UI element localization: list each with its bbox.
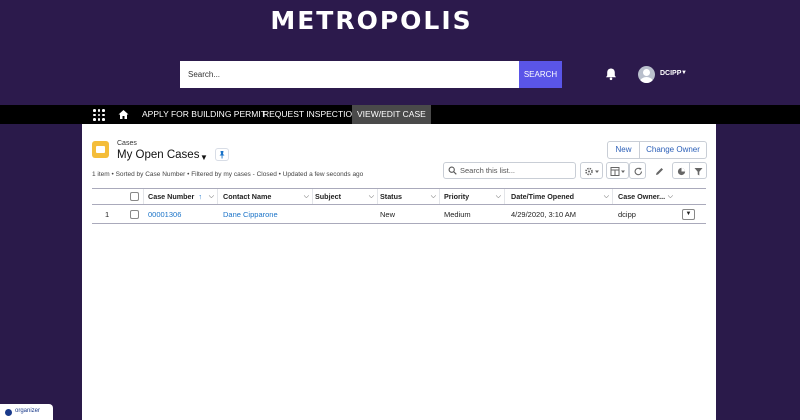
new-case-button[interactable]: New [607, 141, 640, 159]
status-cell: New [380, 210, 396, 219]
case-owner-cell: dcipp [618, 210, 636, 219]
nav-item-view-edit-case[interactable]: VIEW/EDIT CASE [352, 105, 431, 124]
pin-list-button[interactable] [215, 148, 229, 161]
object-label: Cases [117, 140, 137, 147]
list-view-switcher-chevron-down-icon[interactable]: ▼ [200, 153, 208, 162]
table-header: Case Number ↑ ⌵ Contact Name ⌵ Subject ⌵… [92, 188, 706, 205]
chevron-down-icon[interactable]: ⌵ [604, 189, 609, 204]
pin-icon [219, 151, 225, 159]
date-opened-cell: 4/29/2020, 3:10 AM [511, 210, 577, 219]
organizer-badge[interactable]: organizer [0, 404, 53, 420]
column-header-status[interactable]: Status ⌵ [380, 189, 440, 204]
chevron-down-icon[interactable]: ⌵ [668, 189, 673, 204]
gear-icon [585, 167, 599, 176]
priority-cell: Medium [444, 210, 471, 219]
global-search-input[interactable] [180, 61, 519, 88]
brand-title: METROPOLIS [270, 6, 473, 35]
refresh-icon [634, 167, 643, 176]
list-view-panel: Cases My Open Cases ▼ New Change Owner 1… [82, 124, 716, 420]
home-icon[interactable] [118, 109, 129, 120]
avatar[interactable] [638, 66, 655, 83]
organizer-icon [5, 409, 12, 416]
chevron-down-icon[interactable]: ⌵ [304, 189, 309, 204]
chevron-down-icon[interactable]: ⌵ [496, 189, 501, 204]
table-icon [610, 167, 625, 176]
column-header-case-number[interactable]: Case Number ↑ ⌵ [148, 189, 218, 204]
column-header-contact-name[interactable]: Contact Name ⌵ [223, 189, 313, 204]
chevron-down-icon[interactable]: ⌵ [209, 189, 214, 204]
display-as-button[interactable] [606, 162, 629, 179]
inline-edit-button[interactable] [650, 162, 667, 179]
chart-button[interactable] [672, 162, 690, 179]
brand-bar: METROPOLIS [0, 0, 800, 46]
list-meta-info: 1 item • Sorted by Case Number • Filtere… [92, 171, 364, 178]
global-search-button[interactable]: SEARCH [519, 61, 562, 88]
list-view-title[interactable]: My Open Cases [117, 149, 199, 161]
case-number-link[interactable]: 00001306 [148, 205, 181, 224]
user-menu-caret-icon[interactable]: ▼ [681, 70, 687, 76]
chevron-down-icon[interactable]: ⌵ [369, 189, 374, 204]
list-search-input[interactable] [443, 162, 576, 179]
column-header-priority[interactable]: Priority ⌵ [444, 189, 505, 204]
search-icon [448, 166, 457, 175]
row-actions-chevron-down-icon[interactable]: ▼ [682, 209, 695, 220]
user-name[interactable]: DCIPP [660, 70, 681, 77]
bell-icon[interactable] [604, 67, 618, 81]
refresh-button[interactable] [629, 162, 646, 179]
organizer-label: organizer [15, 408, 41, 414]
list-settings-button[interactable] [580, 162, 603, 179]
column-header-subject[interactable]: Subject ⌵ [315, 189, 378, 204]
folder-icon [92, 141, 109, 158]
pencil-icon [656, 168, 663, 175]
contact-name-link[interactable]: Dane Cipparone [223, 205, 278, 224]
main-nav: APPLY FOR BUILDING PERMIT REQUEST INSPEC… [0, 105, 800, 124]
nav-item-apply-permit[interactable]: APPLY FOR BUILDING PERMIT [137, 105, 271, 124]
site-header: SEARCH DCIPP ▼ [0, 46, 800, 105]
sort-ascending-icon: ↑ [198, 192, 202, 201]
row-checkbox[interactable] [130, 210, 139, 219]
app-launcher-icon[interactable] [93, 109, 105, 121]
chart-icon [677, 167, 686, 176]
row-number: 1 [105, 210, 110, 219]
column-header-case-owner[interactable]: Case Owner... ⌵ [618, 189, 676, 204]
column-header-date-opened[interactable]: Date/Time Opened ⌵ [511, 189, 613, 204]
filter-icon [694, 168, 703, 176]
nav-item-request-inspection[interactable]: REQUEST INSPECTION [258, 105, 363, 124]
table-row: 1 00001306 Dane Cipparone New Medium 4/2… [92, 205, 706, 224]
change-owner-button[interactable]: Change Owner [639, 141, 707, 159]
filter-button[interactable] [689, 162, 707, 179]
chevron-down-icon[interactable]: ⌵ [431, 189, 436, 204]
